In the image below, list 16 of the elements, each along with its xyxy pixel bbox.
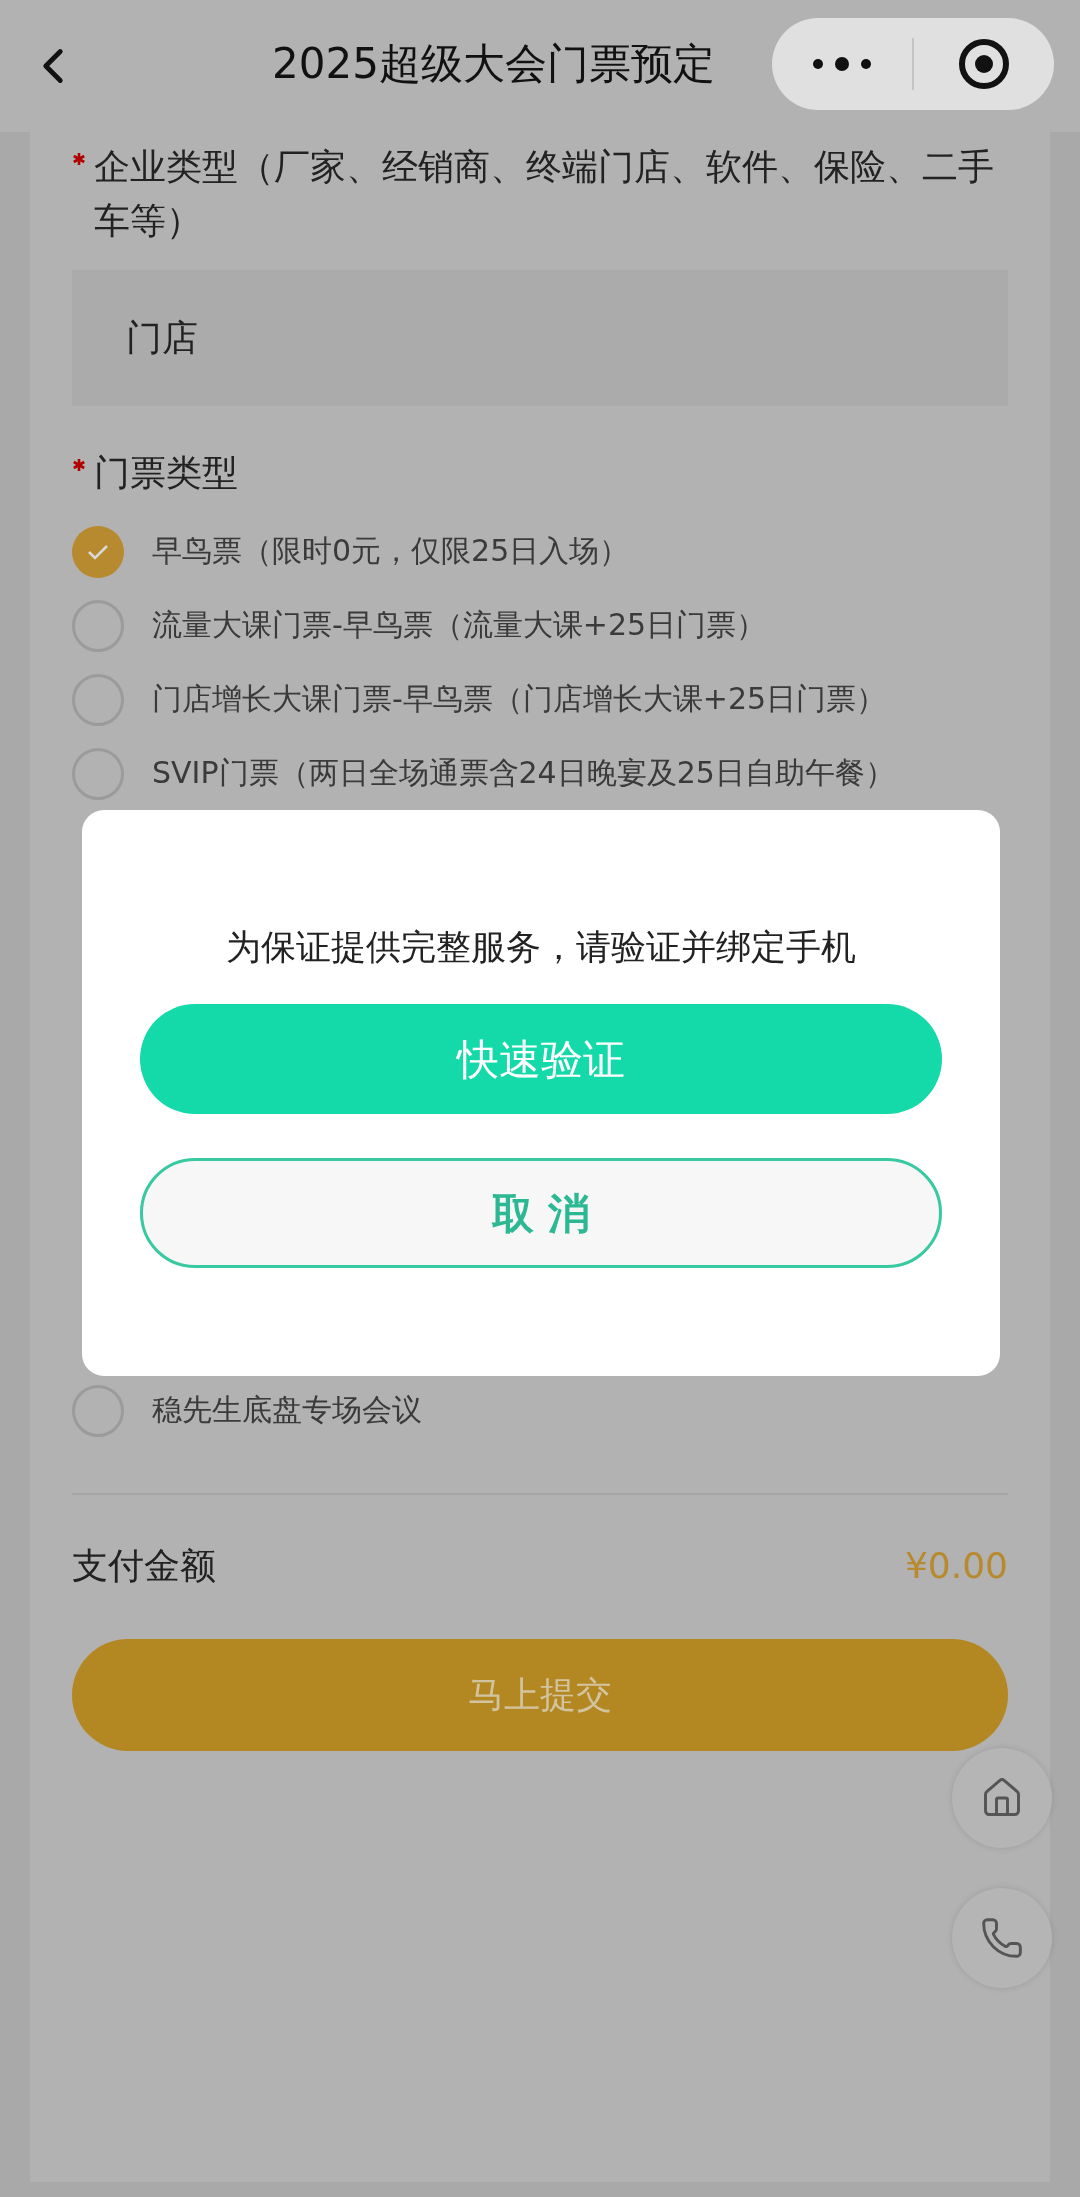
field-label: 门票类型 <box>94 451 238 495</box>
payment-amount: ¥0.00 <box>904 1544 1008 1588</box>
more-icon <box>811 57 873 71</box>
company-type-field[interactable]: 门店 <box>72 270 1008 406</box>
radio-option[interactable]: SVIP门票（两日全场通票含24日晚宴及25日自助午餐） <box>72 748 1008 800</box>
check-icon <box>86 543 110 561</box>
radio-option[interactable]: 门店增长大课门票-早鸟票（门店增长大课+25日门票） <box>72 674 1008 726</box>
field-label: 企业类型（厂家、经销商、终端门店、软件、保险、二手车等） <box>93 145 995 243</box>
radio-option[interactable]: 流量大课门票-早鸟票（流量大课+25日门票） <box>72 600 1008 652</box>
payment-label: 支付金额 <box>72 1544 216 1588</box>
page-title: 2025超级大会门票预定 <box>272 38 715 90</box>
phone-icon <box>980 1916 1024 1960</box>
target-icon <box>957 37 1011 91</box>
dialog-message: 为保证提供完整服务，请验证并绑定手机 <box>226 926 856 969</box>
radio-option[interactable]: 早鸟票（限时0元，仅限25日入场） <box>72 526 1008 578</box>
radio-option[interactable]: 稳先生底盘专场会议 <box>72 1385 1008 1437</box>
